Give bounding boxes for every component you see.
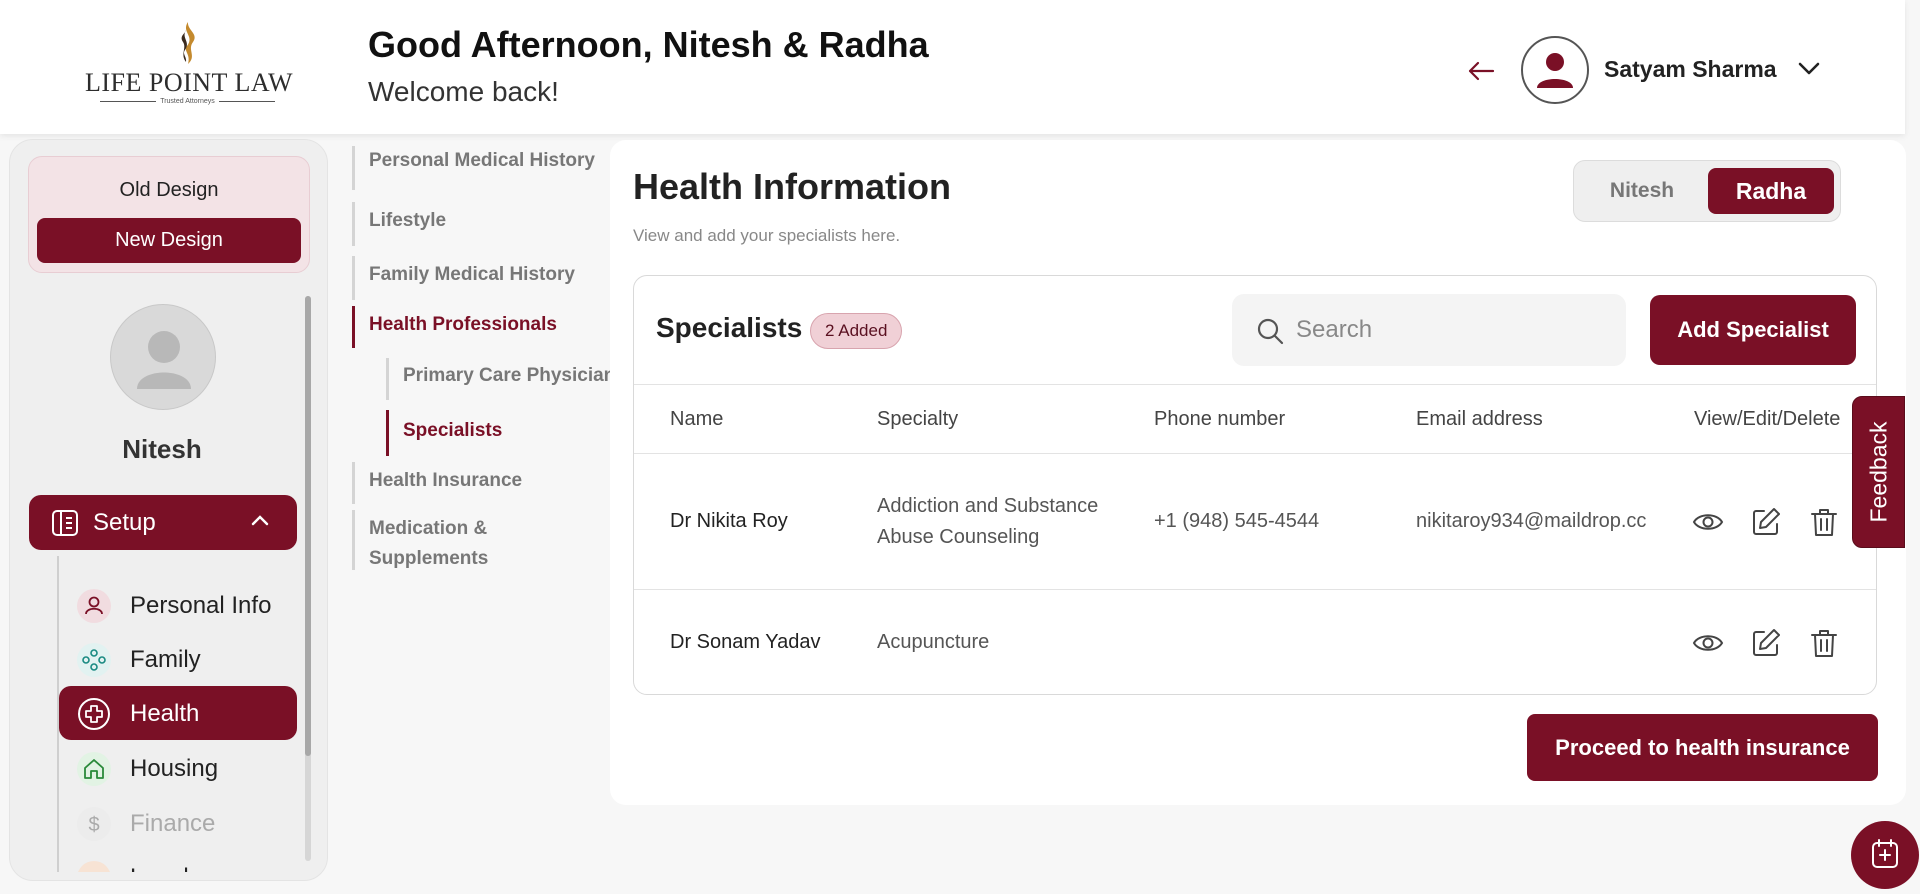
sidebar-scrollbar[interactable] [305, 296, 311, 861]
sidebar-scrollbar-thumb[interactable] [305, 296, 311, 756]
subnav-health-insurance[interactable]: Health Insurance [352, 462, 522, 504]
cell-name: Dr Nikita Roy [670, 510, 788, 532]
column-header-phone: Phone number [1154, 408, 1286, 430]
health-cross-icon [77, 697, 111, 731]
table-row: Dr Nikita Roy Addiction and Substance Ab… [634, 454, 1876, 590]
view-eye-icon[interactable] [1692, 627, 1724, 659]
column-header-email: Email address [1416, 408, 1543, 430]
subnav-medication-line2: Supplements [369, 548, 489, 569]
design-switcher: Old Design New Design [28, 156, 310, 273]
sidebar-item-label: Personal Info [130, 592, 272, 619]
search-input[interactable] [1296, 314, 1606, 346]
table-header: Name Specialty Phone number Email addres… [634, 384, 1876, 454]
toggle-radha[interactable]: Radha [1708, 168, 1834, 214]
sidebar-item-legal[interactable]: Legal [59, 850, 297, 872]
setup-section-toggle[interactable]: Setup [29, 495, 297, 550]
logo-tagline: Trusted Attorneys [85, 98, 290, 105]
edit-pencil-icon[interactable] [1750, 506, 1782, 538]
specialists-card: Specialists 2 Added Add Specialist Name … [633, 275, 1877, 695]
sidebar-item-health[interactable]: Health [59, 686, 297, 740]
person-placeholder-icon [137, 331, 191, 389]
search-icon [1257, 318, 1284, 345]
subnav-family-medical-history[interactable]: Family Medical History [352, 256, 575, 300]
card-title: Specialists [656, 312, 803, 343]
column-header-specialty: Specialty [877, 408, 959, 430]
proceed-to-health-insurance-button[interactable]: Proceed to health insurance [1527, 714, 1878, 781]
delete-trash-icon[interactable] [1808, 506, 1840, 538]
setup-label: Setup [93, 509, 156, 536]
family-icon [77, 643, 111, 677]
welcome-text: Welcome back! [368, 76, 559, 107]
search-box[interactable] [1232, 294, 1626, 366]
subnav-medication-line1: Medication & [369, 518, 488, 539]
setup-nav-list: Personal Info Family Health Housing $ Fi… [57, 556, 307, 872]
column-header-actions: View/Edit/Delete [1694, 408, 1841, 430]
back-arrow-icon[interactable] [1466, 56, 1496, 86]
svg-text:$: $ [88, 814, 99, 836]
cell-phone: +1 (948) 545-4544 [1154, 510, 1320, 532]
user-name[interactable]: Satyam Sharma [1604, 56, 1777, 83]
home-icon [77, 752, 111, 786]
add-specialist-button[interactable]: Add Specialist [1650, 295, 1856, 365]
subnav-medication-supplements[interactable]: Medication & Supplements [352, 510, 488, 570]
top-header: LIFE POINT LAW Trusted Attorneys Good Af… [0, 0, 1905, 134]
subnav-primary-care-physician[interactable]: Primary Care Physician [386, 358, 615, 400]
logo-flame-icon [181, 22, 195, 64]
subnav-specialists[interactable]: Specialists [386, 410, 502, 456]
sidebar-item-housing[interactable]: Housing [59, 741, 297, 795]
user-silhouette-icon [1537, 53, 1573, 88]
main-panel: Health Information View and add your spe… [610, 140, 1906, 805]
calendar-add-icon [1872, 839, 1898, 868]
user-avatar[interactable] [1521, 36, 1589, 104]
page-title: Health Information [633, 166, 952, 207]
dollar-icon: $ [77, 807, 111, 841]
sidebar-item-label: Health [130, 700, 200, 727]
sidebar-item-personal-info[interactable]: Personal Info [59, 578, 297, 632]
cell-specialty-line1: Addiction and Substance [877, 495, 1099, 517]
user-icon [77, 589, 111, 623]
page-subtitle: View and add your specialists here. [633, 226, 901, 245]
cell-specialty: Acupuncture [877, 631, 990, 653]
setup-panel-icon [52, 510, 78, 536]
subnav-personal-medical-history[interactable]: Personal Medical History [352, 146, 595, 190]
count-badge: 2 Added [810, 313, 903, 349]
legal-icon [77, 861, 111, 872]
old-design-option[interactable]: Old Design [29, 179, 309, 202]
sidebar-item-finance[interactable]: $ Finance [59, 796, 297, 850]
new-design-button[interactable]: New Design [37, 218, 301, 263]
logo-text: LIFE POINT LAW [85, 68, 294, 97]
toggle-nitesh[interactable]: Nitesh [1582, 168, 1702, 214]
column-header-name: Name [670, 408, 724, 430]
greeting-heading: Good Afternoon, Nitesh & Radha [368, 24, 929, 65]
cell-specialty: Addiction and Substance Abuse Counseling [877, 491, 1098, 553]
left-sidebar: Old Design New Design Nitesh Setup Perso… [9, 139, 328, 881]
edit-pencil-icon[interactable] [1750, 627, 1782, 659]
feedback-tab[interactable]: Feedback [1852, 396, 1905, 548]
chevron-up-icon [251, 515, 269, 526]
sidebar-item-label: Finance [130, 810, 216, 837]
chevron-down-icon[interactable] [1796, 58, 1822, 78]
profile-name: Nitesh [122, 434, 202, 464]
profile-avatar [110, 304, 216, 410]
sidebar-item-label: Housing [130, 755, 219, 782]
delete-trash-icon[interactable] [1808, 627, 1840, 659]
person-toggle: Nitesh Radha [1573, 160, 1841, 222]
floating-calendar-button[interactable] [1851, 821, 1919, 889]
cell-name: Dr Sonam Yadav [670, 631, 821, 653]
company-logo[interactable]: LIFE POINT LAW Trusted Attorneys [85, 18, 294, 110]
subnav-lifestyle[interactable]: Lifestyle [352, 202, 446, 246]
sidebar-item-label: Legal [130, 864, 189, 872]
subnav-health-professionals[interactable]: Health Professionals [352, 306, 557, 348]
table-row: Dr Sonam Yadav Acupuncture [634, 590, 1876, 694]
sidebar-item-family[interactable]: Family [59, 632, 297, 686]
feedback-label: Feedback [1865, 421, 1891, 523]
sidebar-item-label: Family [130, 646, 201, 673]
cell-specialty-line2: Abuse Counseling [877, 526, 1040, 548]
cell-email: nikitaroy934@maildrop.cc [1416, 510, 1647, 532]
view-eye-icon[interactable] [1692, 506, 1724, 538]
